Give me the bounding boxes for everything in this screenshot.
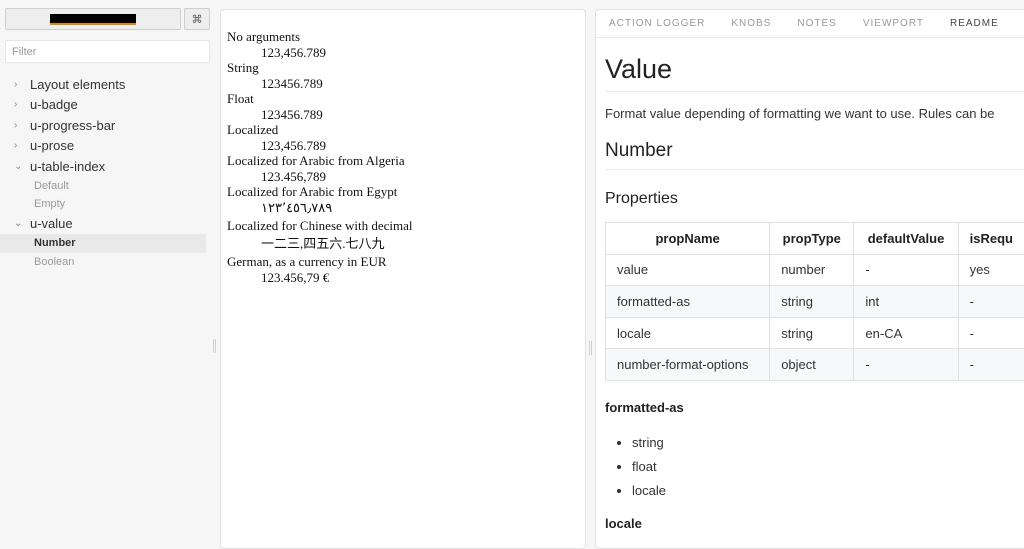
preview-value: 123,456.789 [227, 45, 579, 61]
preview-label: No arguments [227, 29, 579, 45]
column-header: isRequ [958, 223, 1024, 255]
tab-notes[interactable]: NOTES [797, 18, 836, 29]
story-item-empty[interactable]: Empty [0, 195, 206, 214]
preview-value: ١٢٣٬٤٥٦٫٧٨٩ [227, 200, 579, 216]
preview-label: Float [227, 91, 579, 107]
panel-resize-handle[interactable] [589, 341, 592, 355]
preview-value: 123.456,79 € [227, 270, 579, 286]
tree-item-u-progress-bar[interactable]: › u-progress-bar [0, 115, 216, 136]
readme-content: Value Format value depending of formatti… [596, 50, 1024, 531]
tab-viewport[interactable]: VIEWPORT [863, 18, 924, 29]
table-cell: - [958, 286, 1024, 318]
table-cell: - [958, 317, 1024, 349]
preview-value: 123.456,789 [227, 169, 579, 185]
tree-item-layout-elements[interactable]: › Layout elements [0, 74, 216, 95]
table-cell: number [770, 254, 854, 286]
chevron-down-icon: ⌄ [14, 161, 24, 172]
preview-label: Localized for Arabic from Algeria [227, 153, 579, 169]
sidebar-resize-handle[interactable] [213, 339, 216, 353]
table-cell: - [958, 349, 1024, 381]
tree-item-label: u-value [30, 216, 73, 231]
table-cell: yes [958, 254, 1024, 286]
tree-item-label: u-badge [30, 97, 78, 112]
story-item-default[interactable]: Default [0, 177, 206, 196]
table-cell: int [854, 286, 958, 318]
tree-item-label: u-progress-bar [30, 118, 115, 133]
table-row: value number - yes [606, 254, 1024, 286]
chevron-down-icon: ⌄ [14, 218, 24, 229]
chevron-right-icon: › [14, 79, 24, 90]
tab-action-logger[interactable]: ACTION LOGGER [609, 18, 705, 29]
tree-item-u-table-index[interactable]: ⌄ u-table-index [0, 156, 216, 177]
locale-heading: locale [605, 516, 1024, 531]
chevron-right-icon: › [14, 99, 24, 110]
addon-panel: ACTION LOGGER KNOBS NOTES VIEWPORT READM… [595, 9, 1024, 549]
list-item: locale [632, 479, 1024, 503]
table-cell: formatted-as [606, 286, 770, 318]
table-row: number-format-options object - - [606, 349, 1024, 381]
preview-label: German, as a currency in EUR [227, 254, 579, 270]
tree-item-u-badge[interactable]: › u-badge [0, 95, 216, 116]
preview-pane: No arguments 123,456.789 String 123456.7… [220, 9, 586, 549]
tree-item-u-value[interactable]: ⌄ u-value [0, 214, 216, 235]
table-cell: value [606, 254, 770, 286]
list-item: float [632, 455, 1024, 479]
table-cell: locale [606, 317, 770, 349]
preview-label: Localized [227, 122, 579, 138]
preview-value: 一二三,四五六.七八九 [227, 236, 579, 252]
table-cell: en-CA [854, 317, 958, 349]
preview-label: String [227, 60, 579, 76]
table-header-row: propName propType defaultValue isRequ [606, 223, 1024, 255]
table-cell: - [854, 254, 958, 286]
tree-item-u-prose[interactable]: › u-prose [0, 136, 216, 157]
table-cell: - [854, 349, 958, 381]
table-cell: string [770, 286, 854, 318]
tab-knobs[interactable]: KNOBS [731, 18, 771, 29]
table-row: locale string en-CA - [606, 317, 1024, 349]
preview-label: Localized for Arabic from Egypt [227, 184, 579, 200]
chevron-right-icon: › [14, 140, 24, 151]
properties-heading: Properties [605, 190, 1024, 208]
tree-item-label: u-prose [30, 138, 74, 153]
formatted-as-heading: formatted-as [605, 400, 1024, 415]
chevron-right-icon: › [14, 120, 24, 131]
command-icon: ⌘ [192, 13, 203, 26]
table-row: formatted-as string int - [606, 286, 1024, 318]
addon-tabs: ACTION LOGGER KNOBS NOTES VIEWPORT READM… [596, 10, 1024, 38]
table-cell: object [770, 349, 854, 381]
column-header: propName [606, 223, 770, 255]
readme-intro: Format value depending of formatting we … [605, 106, 1024, 121]
preview-value: 123456.789 [227, 76, 579, 92]
formatted-as-list: string float locale [605, 431, 1024, 503]
tree-item-label: Layout elements [30, 77, 125, 92]
story-item-number[interactable]: Number [0, 234, 206, 253]
preview-value: 123456.789 [227, 107, 579, 123]
filter-input[interactable] [5, 40, 210, 63]
story-tree: › Layout elements › u-badge › u-progress… [0, 74, 216, 271]
shortcuts-button[interactable]: ⌘ [184, 8, 210, 30]
readme-title: Value [605, 50, 1024, 92]
preview-label: Localized for Chinese with decimal [227, 218, 579, 234]
section-heading: Number [605, 140, 1024, 170]
brand-logo [50, 14, 136, 25]
properties-table: propName propType defaultValue isRequ va… [605, 222, 1024, 381]
column-header: defaultValue [854, 223, 958, 255]
preview-value: 123,456.789 [227, 138, 579, 154]
column-header: propType [770, 223, 854, 255]
list-item: string [632, 431, 1024, 455]
table-cell: string [770, 317, 854, 349]
tree-item-label: u-table-index [30, 159, 105, 174]
brand-button[interactable] [5, 8, 181, 30]
tab-readme[interactable]: README [950, 18, 999, 29]
sidebar: ⌘ › Layout elements › u-badge › u-progre… [0, 0, 216, 544]
story-item-boolean[interactable]: Boolean [0, 253, 206, 272]
table-cell: number-format-options [606, 349, 770, 381]
